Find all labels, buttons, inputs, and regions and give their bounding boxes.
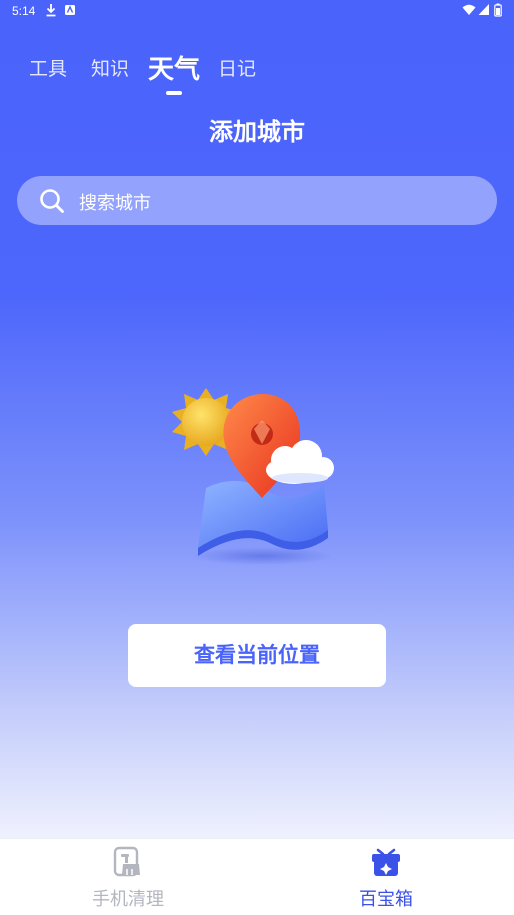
nav-label-treasure-box: 百宝箱 bbox=[359, 889, 413, 910]
battery-icon bbox=[494, 3, 502, 17]
wifi-icon bbox=[462, 4, 476, 15]
nav-item-treasure-box[interactable]: 百宝箱 bbox=[326, 845, 446, 913]
weather-screen: 5:14 工具 知识 天气 日记 添加城市 搜索城市 查看当前位置 bbox=[0, 0, 514, 838]
city-search-input[interactable]: 搜索城市 bbox=[17, 176, 497, 225]
treasure-box-icon bbox=[372, 848, 400, 876]
search-icon bbox=[40, 189, 64, 213]
tab-tools[interactable]: 工具 bbox=[29, 54, 67, 81]
tab-knowledge[interactable]: 知识 bbox=[91, 54, 129, 81]
download-icon bbox=[46, 4, 56, 17]
tab-diary[interactable]: 日记 bbox=[218, 54, 256, 81]
tab-weather[interactable]: 天气 bbox=[148, 49, 200, 86]
nav-label-phone-clean: 手机清理 bbox=[92, 889, 164, 910]
bottom-nav: 手机清理 百宝箱 bbox=[0, 838, 514, 915]
status-bar: 5:14 bbox=[0, 0, 514, 22]
location-weather-illustration bbox=[172, 388, 334, 565]
search-placeholder: 搜索城市 bbox=[79, 193, 151, 214]
notification-icon bbox=[65, 5, 75, 15]
phone-clean-icon bbox=[113, 846, 140, 877]
signal-icon bbox=[478, 4, 489, 15]
page-title: 添加城市 bbox=[209, 118, 305, 146]
nav-item-phone-clean[interactable]: 手机清理 bbox=[68, 845, 188, 913]
status-time: 5:14 bbox=[12, 4, 36, 18]
view-current-location-button[interactable]: 查看当前位置 bbox=[128, 624, 386, 687]
top-tabs: 工具 知识 天气 日记 bbox=[0, 46, 514, 102]
active-tab-indicator bbox=[166, 91, 182, 95]
